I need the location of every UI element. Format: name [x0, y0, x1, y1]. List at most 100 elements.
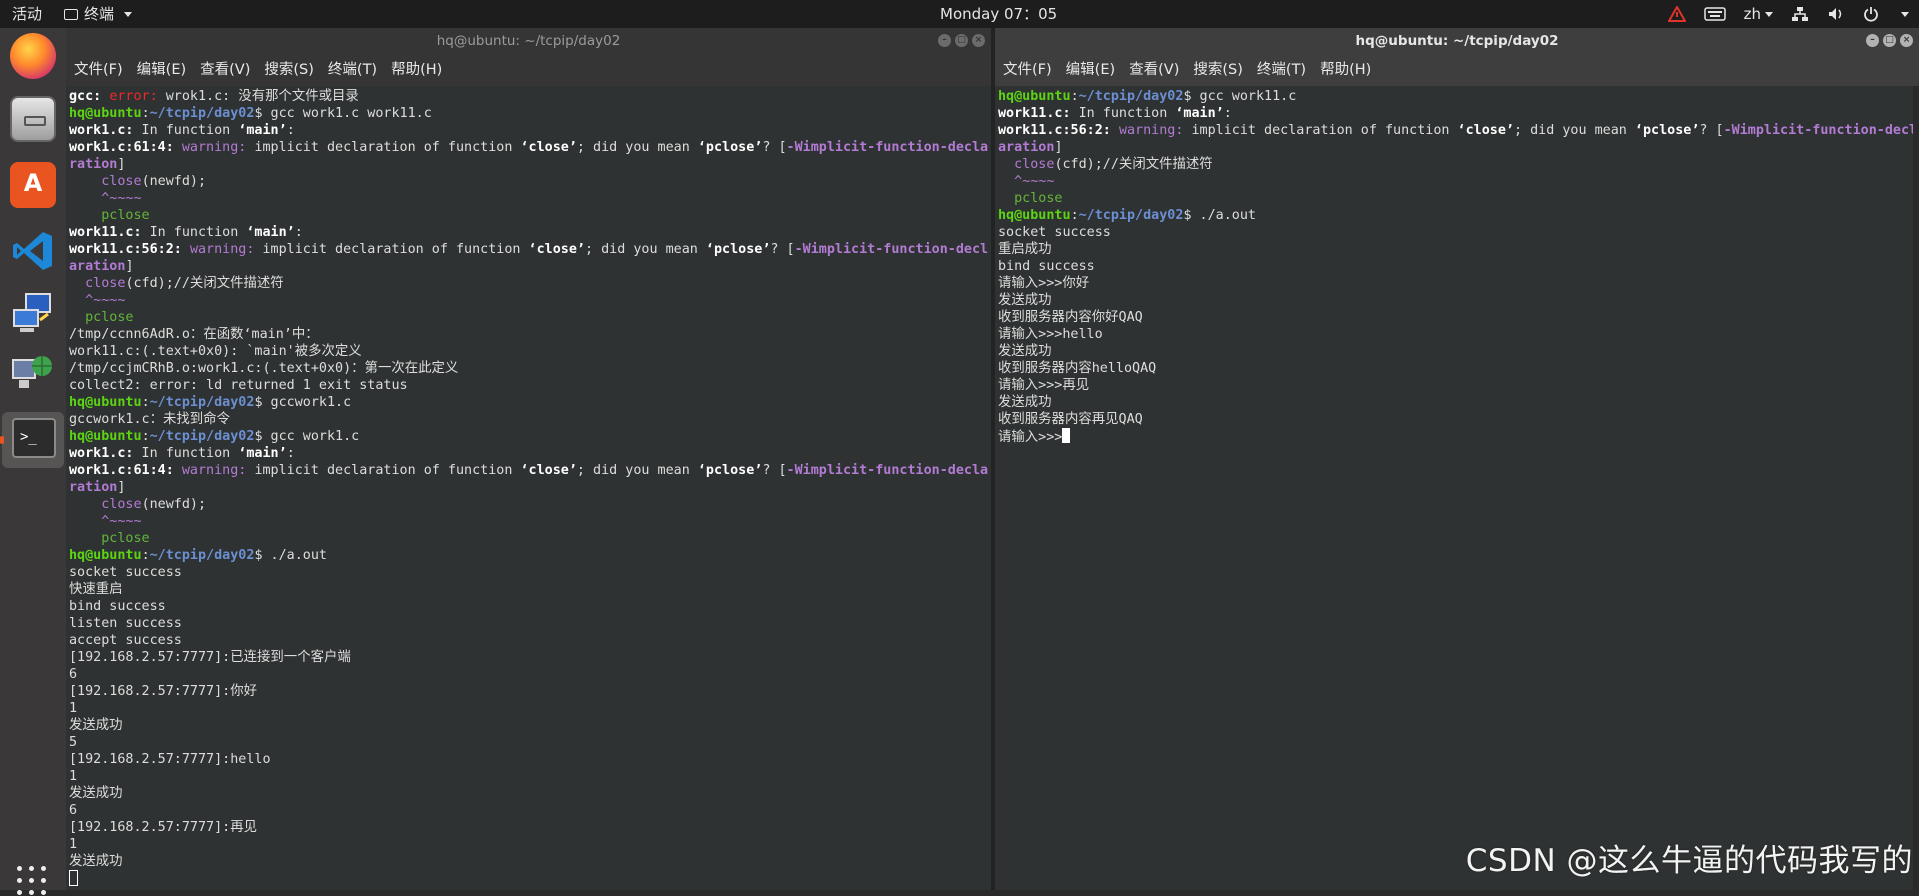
terminal-text: $ ./a.out: [254, 548, 327, 563]
vscode-icon[interactable]: [10, 228, 56, 274]
menu-file[interactable]: 文件(F): [1003, 55, 1052, 86]
right-terminal-window[interactable]: hq@ubuntu: ~/tcpip/day02 – □ × 文件(F) 编辑(…: [991, 28, 1919, 890]
terminal-text: close: [85, 276, 126, 291]
terminal-text: ‘pclose’: [705, 242, 771, 257]
system-tray[interactable]: zh: [1667, 0, 1909, 28]
terminal-text: ration: [69, 480, 118, 495]
terminal-line: work1.c:61:4: warning: implicit declarat…: [69, 462, 988, 479]
menu-edit[interactable]: 编辑(E): [137, 55, 186, 86]
remote-desktop-icon[interactable]: [10, 290, 56, 336]
terminal-text: 1: [69, 769, 78, 784]
terminal-text: ~/tcpip/day02: [149, 106, 255, 121]
network-settings-icon[interactable]: [10, 350, 56, 396]
firefox-icon[interactable]: [10, 33, 56, 79]
terminal-text: 请输入>>>再见: [998, 378, 1090, 393]
terminal-line: gccwork1.c：未找到命令: [69, 411, 988, 428]
terminal-text: ; did you mean: [576, 463, 698, 478]
terminal-text: pclose: [85, 310, 134, 325]
terminal-text: ‘pclose’: [697, 463, 763, 478]
terminal-text: 发送成功: [69, 786, 123, 801]
terminal-line: ^~~~~: [69, 292, 988, 309]
terminal-text: /tmp/ccjmCRhB.o:work1.c:(.text+0x0)：第一次在…: [69, 361, 459, 376]
terminal-line: 重启成功: [998, 241, 1916, 258]
menu-terminal[interactable]: 终端(T): [328, 55, 377, 86]
keyboard-icon[interactable]: [1703, 7, 1726, 21]
terminal-text: In function: [141, 225, 247, 240]
clock[interactable]: Monday 07：05: [940, 0, 1057, 28]
chevron-down-icon: [124, 11, 133, 17]
minimize-icon[interactable]: –: [938, 34, 951, 47]
terminal-text: In function: [133, 123, 239, 138]
terminal-text: ]: [117, 480, 126, 495]
left-terminal-output[interactable]: gcc: error: wrok1.c: 没有那个文件或目录 hq@ubuntu:…: [66, 86, 991, 890]
minimize-icon[interactable]: –: [1866, 34, 1879, 47]
warning-icon[interactable]: [1667, 6, 1686, 22]
menu-file[interactable]: 文件(F): [74, 55, 123, 86]
volume-icon[interactable]: [1827, 6, 1845, 22]
maximize-icon[interactable]: □: [1883, 34, 1896, 47]
menu-help[interactable]: 帮助(H): [391, 55, 442, 86]
terminal-text: 重启成功: [998, 242, 1052, 257]
terminal-text: ; did you mean: [576, 140, 698, 155]
menu-view[interactable]: 查看(V): [200, 55, 250, 86]
menu-search[interactable]: 搜索(S): [264, 55, 314, 86]
terminal-text: 请输入>>>: [998, 430, 1063, 445]
files-icon[interactable]: [10, 96, 56, 142]
terminal-text: 发送成功: [998, 344, 1052, 359]
menu-edit[interactable]: 编辑(E): [1066, 55, 1115, 86]
terminal-text: $ ./a.out: [1183, 208, 1256, 223]
terminal-text: ~/tcpip/day02: [1078, 208, 1184, 223]
terminal-text: work11.c:: [998, 106, 1071, 121]
terminal-text: hq@ubuntu: [69, 548, 142, 563]
dock-terminal-active[interactable]: >_: [0, 412, 64, 468]
right-window-title: hq@ubuntu: ~/tcpip/day02: [1355, 33, 1559, 49]
terminal-text: ]: [117, 157, 126, 172]
menu-search[interactable]: 搜索(S): [1193, 55, 1243, 86]
terminal-line: 请输入>>>: [998, 428, 1916, 445]
terminal-line: [192.168.2.57:7777]:已连接到一个客户端: [69, 649, 988, 666]
terminal-text: warning:: [181, 463, 255, 478]
activities-button[interactable]: 活动: [12, 0, 42, 28]
terminal-line: 发送成功: [69, 717, 988, 734]
right-terminal-output[interactable]: hq@ubuntu:~/tcpip/day02$ gcc work11.c wor…: [995, 86, 1919, 890]
maximize-icon[interactable]: □: [955, 34, 968, 47]
terminal-line: work1.c: In function ‘main’:: [69, 445, 988, 462]
terminal-text: work11.c:56:2:: [69, 242, 190, 257]
right-window-titlebar[interactable]: hq@ubuntu: ~/tcpip/day02 – □ ×: [995, 28, 1919, 55]
power-icon[interactable]: [1863, 6, 1879, 22]
left-window-titlebar[interactable]: hq@ubuntu: ~/tcpip/day02 – □ ×: [66, 28, 991, 55]
terminal-text: warning:: [189, 242, 263, 257]
terminal-text: ‘close’: [1457, 123, 1514, 138]
terminal-line: 快速重启: [69, 581, 988, 598]
menu-terminal[interactable]: 终端(T): [1257, 55, 1306, 86]
terminal-text: ‘close’: [520, 140, 577, 155]
terminal-text: $ gccwork1.c: [254, 395, 352, 410]
terminal-text: ~/tcpip/day02: [149, 395, 255, 410]
terminal-text: ‘close’: [520, 463, 577, 478]
scrollbar[interactable]: [1913, 86, 1919, 890]
left-terminal-window[interactable]: hq@ubuntu: ~/tcpip/day02 – □ × 文件(F) 编辑(…: [66, 28, 991, 890]
language-label: zh: [1743, 5, 1761, 23]
terminal-line: close(newfd);: [69, 173, 988, 190]
dock: >_: [0, 28, 66, 895]
chevron-down-icon[interactable]: [1901, 11, 1909, 17]
menu-view[interactable]: 查看(V): [1129, 55, 1179, 86]
terminal-text: ]: [125, 259, 134, 274]
close-icon[interactable]: ×: [1900, 34, 1913, 47]
terminal-text: :: [294, 225, 303, 240]
terminal-text: 1: [69, 837, 78, 852]
network-wired-icon[interactable]: [1791, 6, 1809, 22]
language-selector[interactable]: zh: [1744, 0, 1773, 28]
terminal-line: 收到服务器内容helloQAQ: [998, 360, 1916, 377]
terminal-text: :: [1070, 89, 1079, 104]
show-apps-icon[interactable]: [17, 866, 47, 896]
software-center-icon[interactable]: [10, 162, 56, 208]
app-menu[interactable]: 终端: [64, 0, 133, 28]
terminal-line: work11.c:(.text+0x0): `main'被多次定义: [69, 343, 988, 360]
menu-help[interactable]: 帮助(H): [1320, 55, 1371, 86]
close-icon[interactable]: ×: [972, 34, 985, 47]
